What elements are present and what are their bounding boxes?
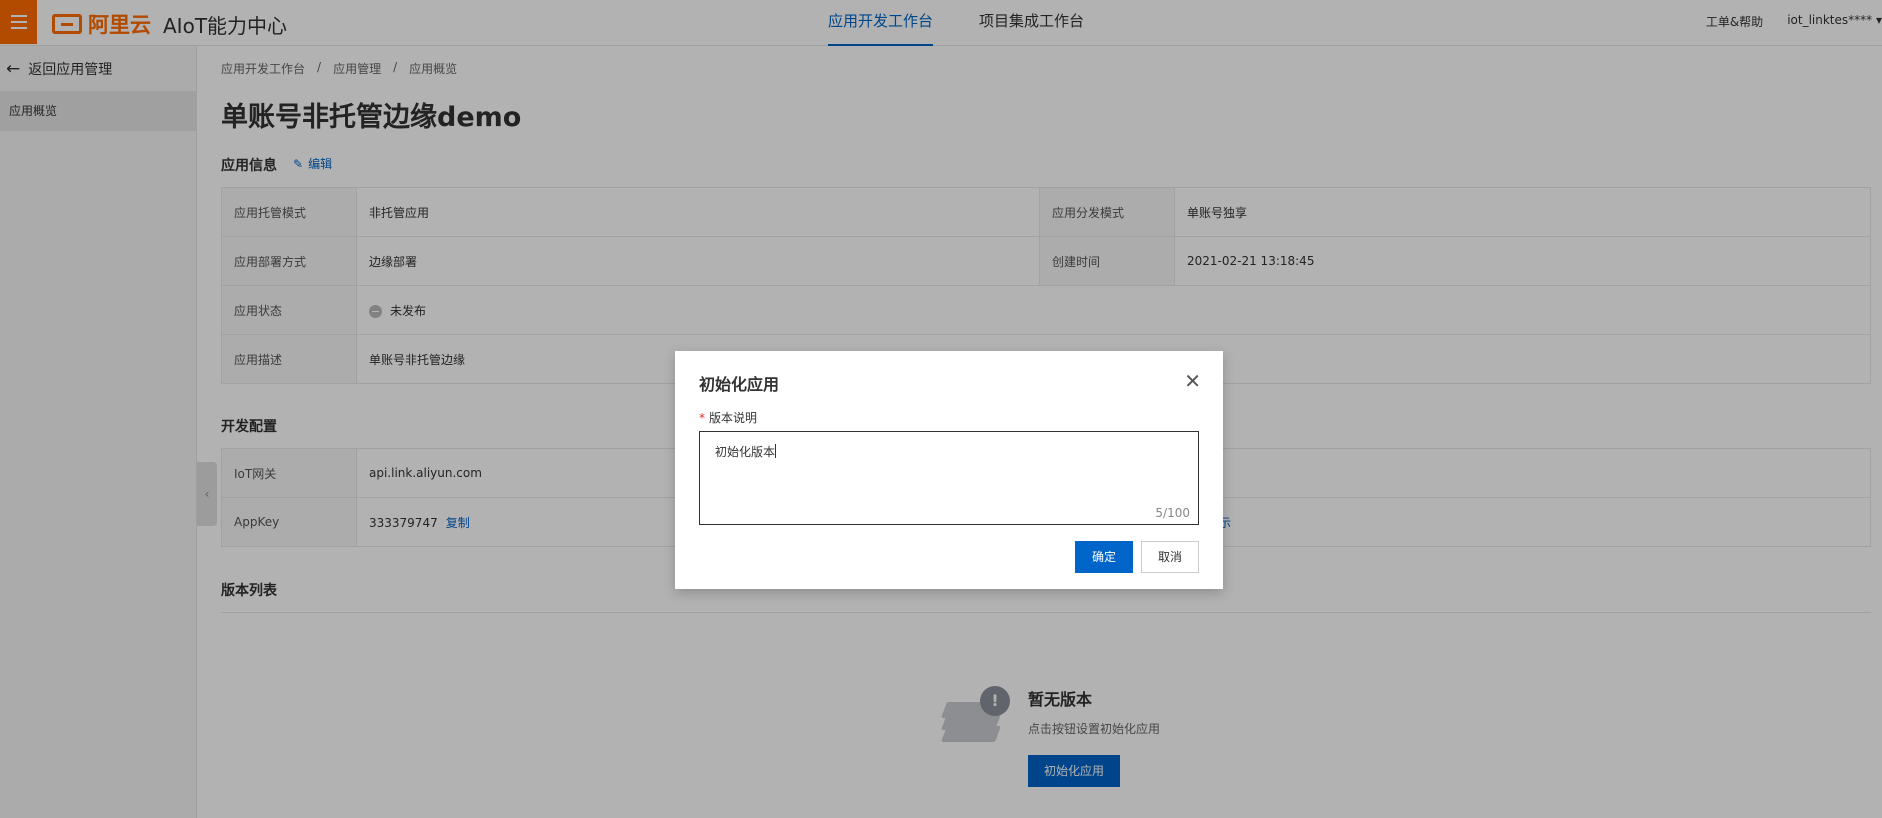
text-cursor: [775, 444, 777, 458]
textarea-value-text: 初始化版本: [715, 445, 776, 459]
textarea-value: 初始化版本: [715, 443, 777, 460]
version-note-textarea[interactable]: 初始化版本 5/100: [699, 431, 1199, 525]
version-note-label: * 版本说明: [699, 409, 757, 426]
char-counter: 5/100: [1155, 506, 1190, 520]
version-note-label-text: 版本说明: [709, 411, 758, 425]
close-icon[interactable]: ✕: [1184, 369, 1201, 393]
dialog-title: 初始化应用: [699, 375, 780, 394]
required-mark: *: [699, 411, 705, 425]
cancel-button[interactable]: 取消: [1141, 541, 1199, 573]
confirm-button[interactable]: 确定: [1075, 541, 1133, 573]
init-app-dialog: 初始化应用 ✕ * 版本说明 初始化版本 5/100 确定 取消: [675, 351, 1223, 589]
